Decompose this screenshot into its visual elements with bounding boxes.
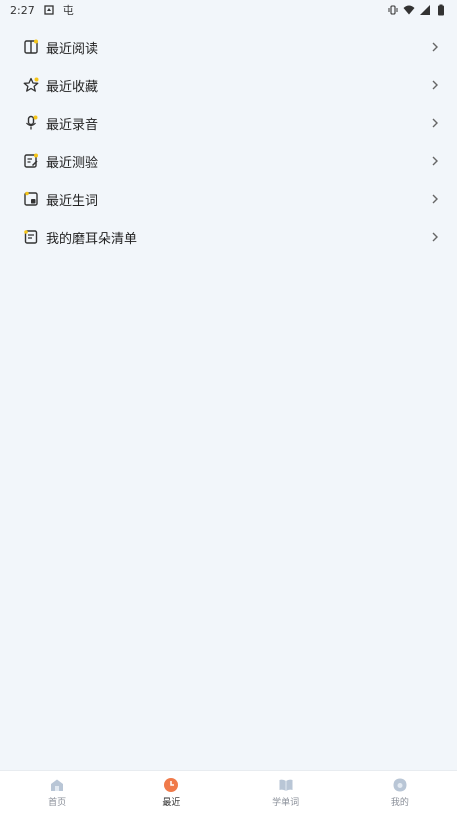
chevron-right-icon [429,41,441,53]
nav-tab-label: 我的 [390,798,409,808]
wifi-icon [403,4,415,16]
chevron-right-icon [429,155,441,167]
chevron-right-icon [429,117,441,129]
menu-item-label: 我的磨耳朵清单 [46,231,138,247]
battery-icon [435,4,447,16]
nav-tab-learn-words[interactable]: 学单词 [229,771,343,814]
menu-item-label: 最近测验 [46,155,99,171]
menu-item-recent-favorites[interactable]: 最近收藏 [0,66,457,104]
menu-item-label: 最近阅读 [46,41,99,57]
clock-icon [163,777,179,793]
chevron-right-icon [429,193,441,205]
chevron-right-icon [429,79,441,91]
profile-icon [392,777,408,793]
menu-item-recent-recordings[interactable]: 最近录音 [0,104,457,142]
menu-item-recent-reading[interactable]: 最近阅读 [0,28,457,66]
nav-tab-profile[interactable]: 我的 [343,771,457,814]
home-icon [49,777,65,793]
notification-icon [43,4,55,16]
nav-tab-home[interactable]: 首页 [0,771,114,814]
nav-tab-label: 最近 [162,798,181,808]
vocabulary-card-icon [22,190,40,208]
list-icon [22,228,40,246]
star-icon [22,76,40,94]
signal-icon [419,4,431,16]
recent-menu: 最近阅读 最近收藏 最近录音 最近测验 最近生词 我的磨耳朵清单 [0,28,457,256]
book-icon [22,38,40,56]
menu-item-listening-list[interactable]: 我的磨耳朵清单 [0,218,457,256]
menu-item-label: 最近录音 [46,117,99,133]
nav-tab-recent[interactable]: 最近 [114,771,228,814]
nav-tab-label: 首页 [48,798,67,808]
menu-item-label: 最近生词 [46,193,99,209]
bottom-navigation: 首页 最近 学单词 我的 [0,770,457,814]
menu-item-label: 最近收藏 [46,79,99,95]
status-left: 2:27 屯 [10,2,74,18]
menu-item-recent-quizzes[interactable]: 最近测验 [0,142,457,180]
carrier-glyph: 屯 [62,4,74,17]
chevron-right-icon [429,231,441,243]
microphone-icon [22,114,40,132]
quiz-icon [22,152,40,170]
vibrate-icon [387,4,399,16]
wordbook-icon [278,777,294,793]
status-time: 2:27 [10,3,35,17]
status-bar: 2:27 屯 [0,0,457,20]
status-right [387,4,447,16]
nav-tab-label: 学单词 [272,798,300,808]
menu-item-recent-vocabulary[interactable]: 最近生词 [0,180,457,218]
